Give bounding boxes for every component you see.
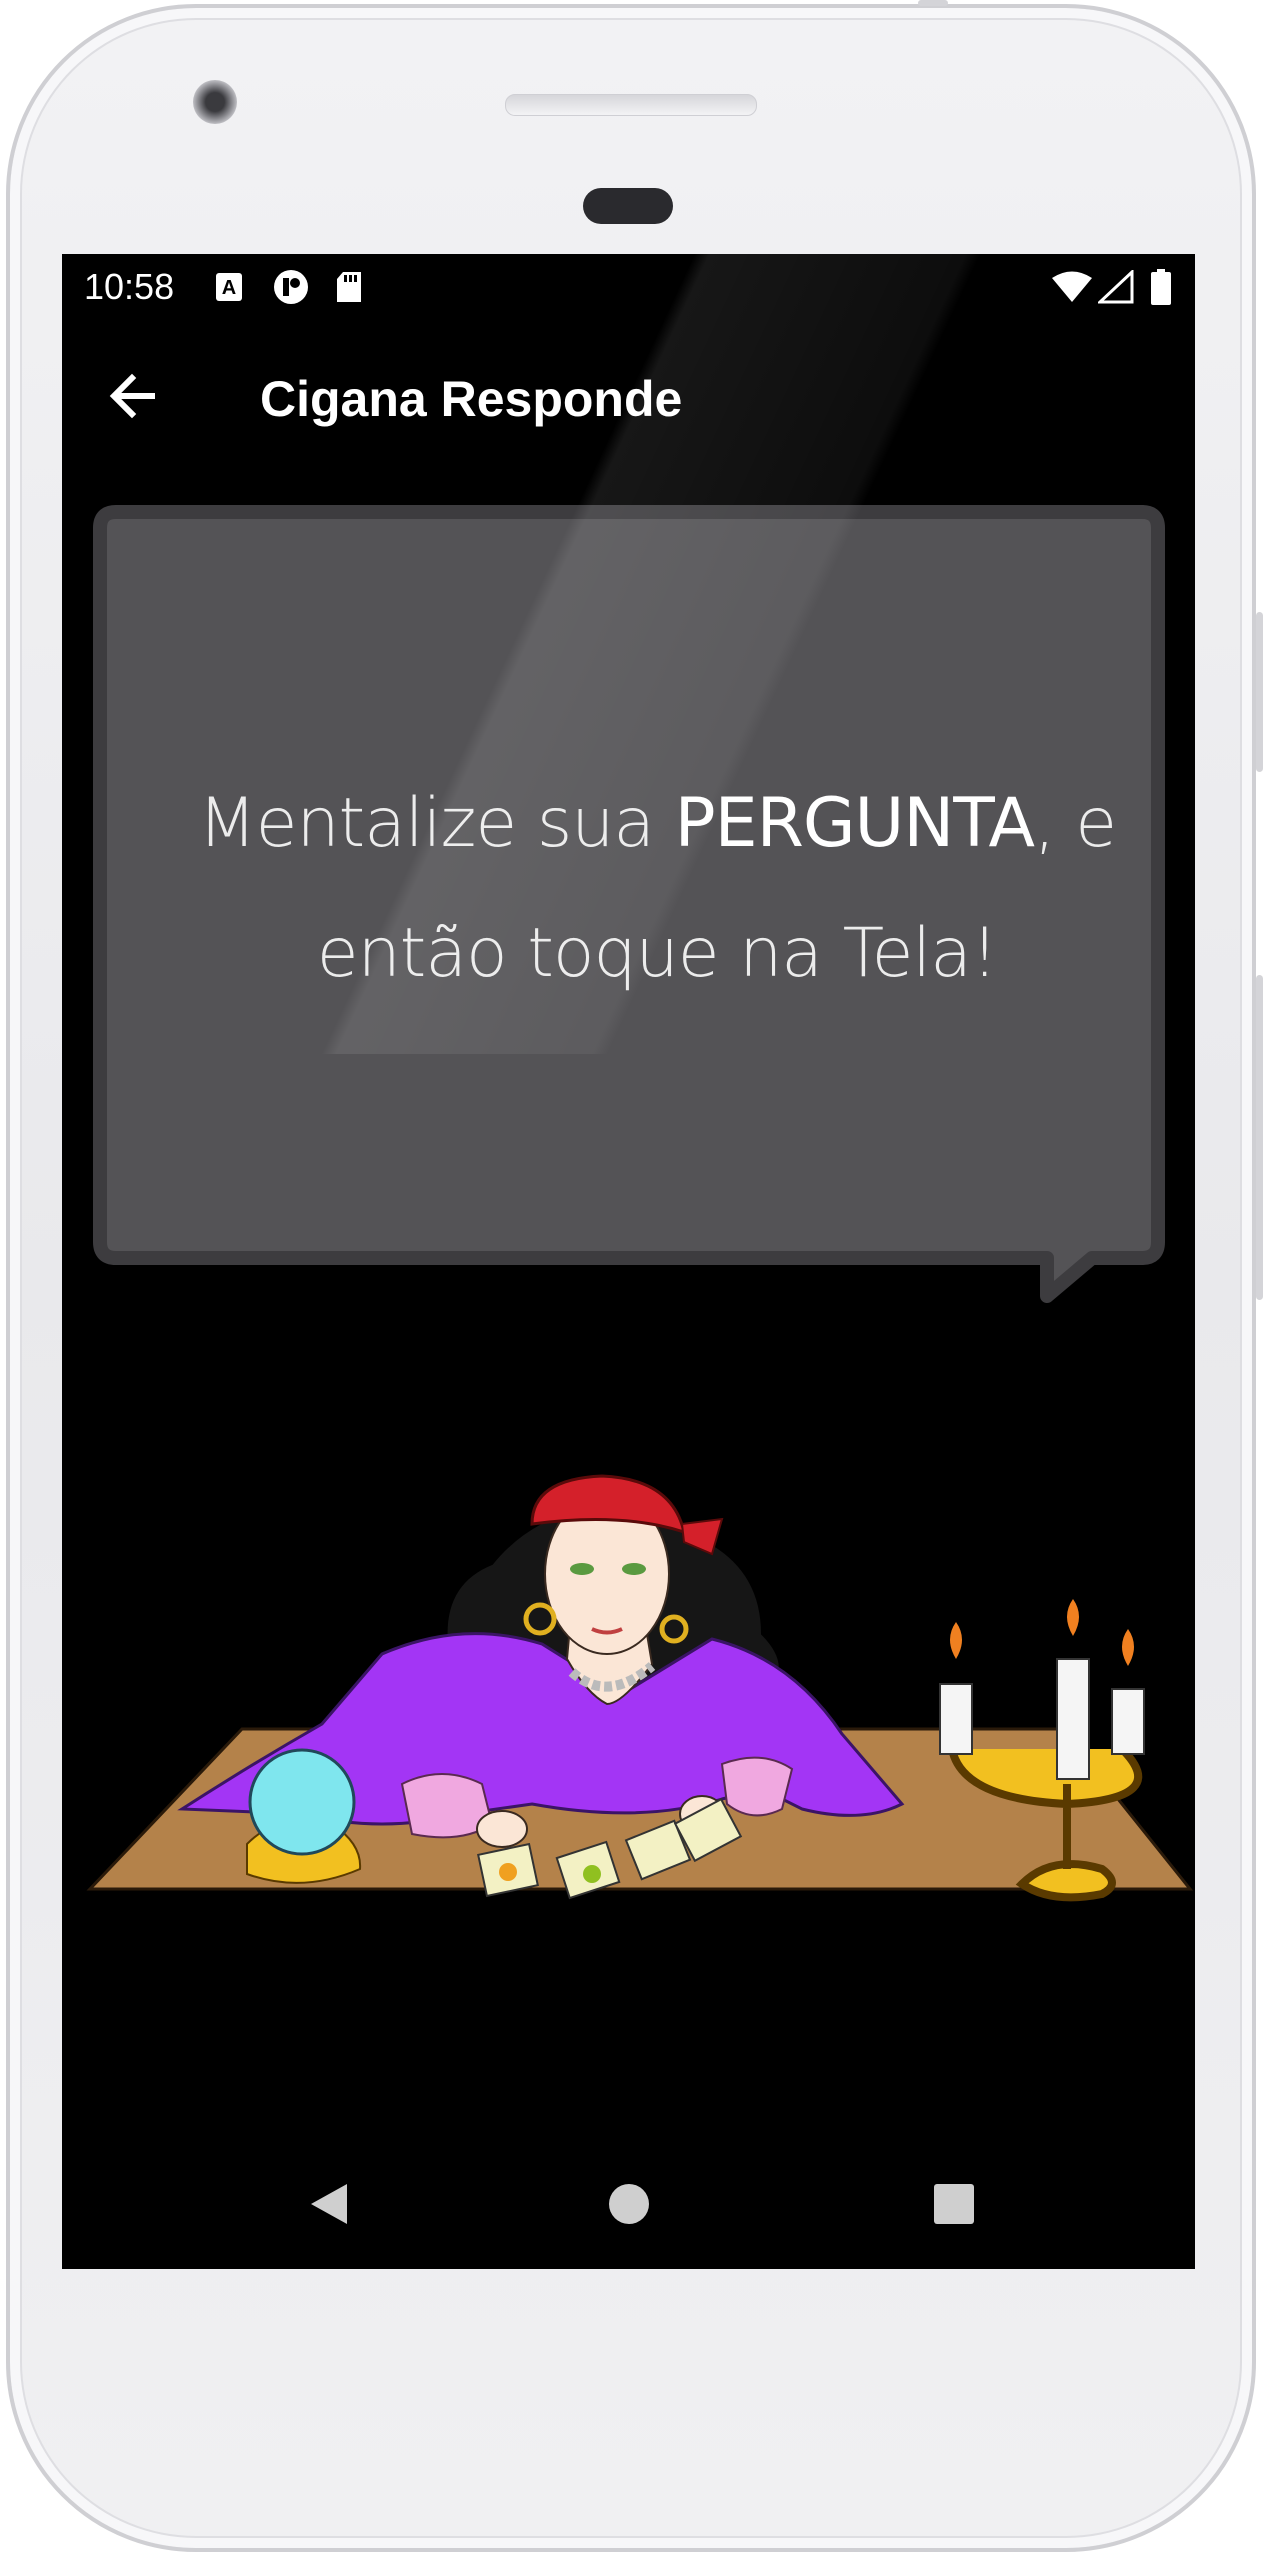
right-eye [622, 1563, 646, 1575]
app-notification-icon [272, 270, 312, 304]
top-edge-mark [918, 0, 948, 6]
candle-middle [1056, 1658, 1090, 1780]
page-title: Cigana Responde [260, 371, 683, 427]
nav-bar [62, 2134, 1195, 2269]
left-eye [570, 1563, 594, 1575]
instruction-text-start: Mentalize sua [197, 784, 675, 863]
flame-right [1122, 1629, 1134, 1666]
proximity-sensor [583, 188, 673, 224]
battery-icon [1148, 269, 1174, 305]
front-camera [193, 80, 237, 124]
flame-middle [1067, 1599, 1079, 1636]
instruction-keyword: PERGUNTA [674, 784, 1035, 863]
power-button [1256, 975, 1263, 1300]
crystal-ball [248, 1748, 356, 1856]
candle-left [939, 1683, 973, 1755]
back-triangle-icon[interactable] [289, 2164, 369, 2244]
left-hand [476, 1810, 528, 1848]
accessibility-a-icon: A [214, 270, 244, 304]
screen[interactable]: 10:58 A Cigana Responde Mentalize sua PE… [62, 254, 1195, 2269]
sd-card-icon [334, 270, 364, 304]
arrow-back-icon[interactable] [102, 366, 162, 426]
wifi-icon [1050, 270, 1094, 304]
instruction-text: Mentalize sua PERGUNTA, e então toque na… [157, 759, 1157, 1019]
status-time: 10:58 [84, 266, 175, 307]
candle-right [1111, 1688, 1145, 1755]
right-cuff [720, 1756, 794, 1817]
app-bar: Cigana Responde [62, 326, 1195, 476]
recents-square-icon[interactable] [914, 2164, 994, 2244]
home-circle-icon[interactable] [589, 2164, 669, 2244]
flame-left [950, 1622, 962, 1659]
fortune-teller-illustration[interactable] [62, 1404, 1195, 2094]
cellular-signal-icon [1096, 270, 1136, 304]
svg-text:A: A [222, 277, 236, 299]
status-bar: 10:58 A [62, 254, 1195, 326]
earpiece-speaker [505, 94, 757, 116]
volume-button [1256, 612, 1263, 772]
